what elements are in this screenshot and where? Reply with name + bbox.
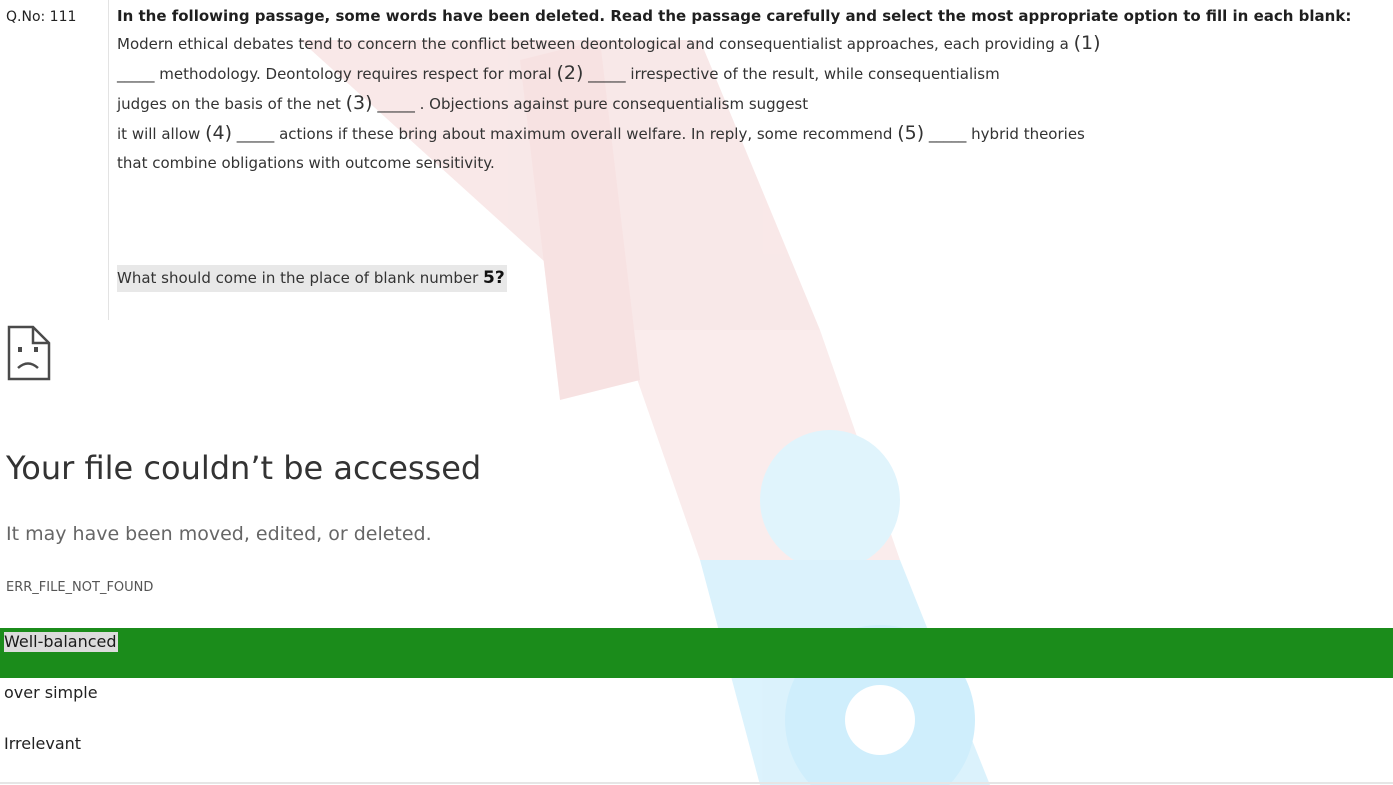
option-over-simple[interactable]: over simple <box>0 678 1393 726</box>
option-label: Irrelevant <box>4 734 82 753</box>
passage-line: judges on the basis of the net (3) _____… <box>117 92 809 114</box>
option-well-balanced[interactable]: Well-balanced <box>0 628 1393 678</box>
question-prompt: What should come in the place of blank n… <box>117 265 507 292</box>
question-number: Q.No: 111 <box>6 9 77 25</box>
question-instruction: In the following passage, some words hav… <box>117 7 1352 25</box>
passage-line: Modern ethical debates tend to concern t… <box>117 32 1101 54</box>
option-label: Well-balanced <box>4 632 118 652</box>
question-divider <box>108 0 109 320</box>
blank-number: 5 <box>483 268 495 288</box>
question-row: Q.No: 111 In the following passage, some… <box>0 0 1393 320</box>
passage-line: that combine obligations with outcome se… <box>117 154 495 172</box>
answer-options: Well-balanced over simple Irrelevant <box>0 628 1393 776</box>
passage: Modern ethical debates tend to concern t… <box>117 29 1387 178</box>
error-title: Your file couldn’t be accessed <box>6 449 482 487</box>
bottom-divider <box>0 782 1393 784</box>
passage-line: _____ methodology. Deontology requires r… <box>117 62 1000 84</box>
passage-line: it will allow (4) _____ actions if these… <box>117 122 1085 144</box>
broken-document-icon <box>7 325 51 381</box>
option-irrelevant[interactable]: Irrelevant <box>0 726 1393 776</box>
error-subtitle: It may have been moved, edited, or delet… <box>6 523 432 545</box>
error-code: ERR_FILE_NOT_FOUND <box>6 580 154 595</box>
question-body: In the following passage, some words hav… <box>117 5 1387 178</box>
option-label: over simple <box>4 683 98 702</box>
